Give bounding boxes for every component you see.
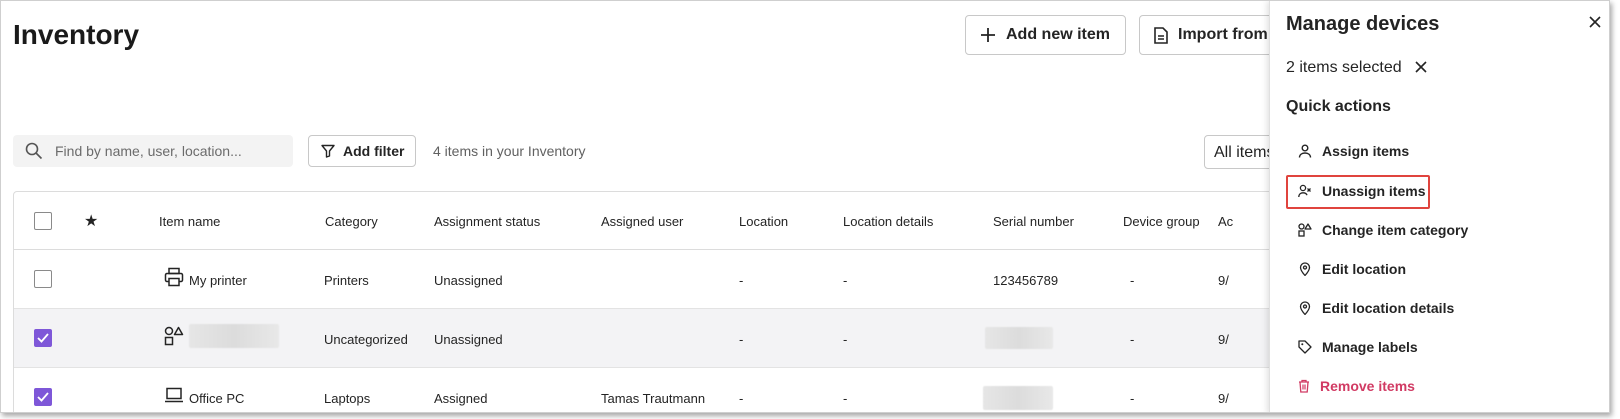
person-remove-icon <box>1298 184 1311 198</box>
add-new-item-label: Add new item <box>1006 26 1111 43</box>
add-filter-label: Add filter <box>343 143 405 159</box>
status-cell: Unassigned <box>434 332 503 347</box>
change-category-label: Change item category <box>1322 222 1469 238</box>
import-label: Import from <box>1178 26 1268 43</box>
row-checkbox[interactable] <box>34 270 52 288</box>
device-group-cell: - <box>1130 332 1135 347</box>
search-input[interactable] <box>55 143 275 159</box>
change-category-action[interactable]: Change item category <box>1298 218 1468 242</box>
laptop-icon <box>165 387 183 403</box>
table-row[interactable]: Uncategorized Unassigned - - - 9/ <box>14 309 1269 368</box>
assignment-status-header[interactable]: Assignment status <box>434 214 540 229</box>
items-count: 4 items in your Inventory <box>433 143 586 159</box>
view-select[interactable]: All items <box>1204 135 1269 169</box>
location-details-header[interactable]: Location details <box>843 214 933 229</box>
serial-number-header[interactable]: Serial number <box>993 214 1074 229</box>
printer-icon <box>164 267 184 287</box>
close-icon[interactable] <box>1588 15 1602 29</box>
added-header[interactable]: Ac <box>1218 214 1233 229</box>
inventory-table: ★ Item name Category Assignment status A… <box>13 191 1269 412</box>
edit-location-details-action[interactable]: Edit location details <box>1298 296 1454 320</box>
location-pin-icon <box>1299 301 1311 315</box>
assign-items-action[interactable]: Assign items <box>1298 139 1409 163</box>
table-row[interactable]: My printer Printers Unassigned - - 12345… <box>14 250 1269 309</box>
assign-items-label: Assign items <box>1322 143 1410 159</box>
redacted-serial-number <box>985 327 1053 349</box>
favorite-column-header[interactable]: ★ <box>84 211 98 231</box>
unassign-items-action[interactable]: Unassign items <box>1298 179 1425 203</box>
document-icon <box>1154 26 1168 44</box>
manage-labels-label: Manage labels <box>1322 339 1418 355</box>
select-all-checkbox[interactable] <box>34 212 52 230</box>
selection-count: 2 items selected <box>1286 59 1402 76</box>
filter-icon <box>321 144 335 158</box>
row-checkbox[interactable] <box>34 329 52 347</box>
location-details-cell: - <box>843 273 848 288</box>
status-cell: Unassigned <box>434 273 503 288</box>
shapes-icon <box>1298 223 1312 237</box>
checkmark-icon <box>37 392 49 402</box>
add-filter-button[interactable]: Add filter <box>308 135 416 167</box>
redacted-serial-number <box>983 386 1053 410</box>
app-window: Inventory Add new item Import from Add f… <box>0 0 1610 413</box>
table-header: ★ Item name Category Assignment status A… <box>14 192 1269 250</box>
serial-number-cell: 123456789 <box>993 273 1059 288</box>
device-group-cell: - <box>1130 273 1135 288</box>
added-cell: 9/ <box>1218 332 1229 347</box>
location-pin-icon <box>1299 262 1311 276</box>
unassign-items-label: Unassign items <box>1322 183 1426 199</box>
location-cell: - <box>739 332 744 347</box>
added-cell: 9/ <box>1218 273 1229 288</box>
import-button[interactable]: Import from <box>1139 15 1269 55</box>
search-icon <box>25 142 43 160</box>
redacted-item-name <box>189 324 279 348</box>
item-name-header[interactable]: Item name <box>159 214 220 229</box>
category-cell: Printers <box>324 273 369 288</box>
assigned-user-header[interactable]: Assigned user <box>601 214 683 229</box>
location-cell: - <box>739 273 744 288</box>
trash-icon <box>1299 379 1309 393</box>
panel-title: Manage devices <box>1286 13 1440 35</box>
remove-items-action[interactable]: Remove items <box>1298 374 1415 398</box>
plus-icon <box>981 28 995 42</box>
table-row[interactable]: Office PC Laptops Assigned Tamas Trautma… <box>14 368 1269 412</box>
location-header[interactable]: Location <box>739 214 788 229</box>
status-cell: Assigned <box>434 391 488 406</box>
added-cell: 9/ <box>1218 391 1229 406</box>
edit-location-action[interactable]: Edit location <box>1298 257 1406 281</box>
quick-actions-title: Quick actions <box>1286 98 1391 115</box>
clear-selection-icon[interactable] <box>1414 60 1428 74</box>
search-box[interactable] <box>13 135 293 167</box>
add-new-item-button[interactable]: Add new item <box>965 15 1126 55</box>
manage-labels-action[interactable]: Manage labels <box>1298 335 1418 359</box>
location-details-cell: - <box>843 391 848 406</box>
device-group-cell: - <box>1130 391 1135 406</box>
category-header[interactable]: Category <box>325 214 378 229</box>
manage-devices-panel: Manage devices 2 items selected Quick ac… <box>1269 1 1609 412</box>
inventory-main: Inventory Add new item Import from Add f… <box>1 1 1269 412</box>
item-name-cell[interactable]: My printer <box>189 273 247 288</box>
category-cell: Laptops <box>324 391 371 406</box>
device-group-header[interactable]: Device group <box>1123 214 1200 229</box>
location-details-cell: - <box>843 332 848 347</box>
shapes-icon <box>164 326 184 346</box>
page-title: Inventory <box>13 19 140 50</box>
remove-items-label: Remove items <box>1320 378 1415 394</box>
tag-icon <box>1298 340 1312 354</box>
person-icon <box>1298 144 1312 158</box>
assigned-user-cell: Tamas Trautmann <box>601 391 706 406</box>
row-checkbox[interactable] <box>34 388 52 406</box>
item-name-cell[interactable]: Office PC <box>189 391 244 406</box>
category-cell: Uncategorized <box>324 332 408 347</box>
location-cell: - <box>739 391 744 406</box>
edit-location-details-label: Edit location details <box>1322 300 1455 316</box>
checkmark-icon <box>37 333 49 343</box>
edit-location-label: Edit location <box>1322 261 1406 277</box>
